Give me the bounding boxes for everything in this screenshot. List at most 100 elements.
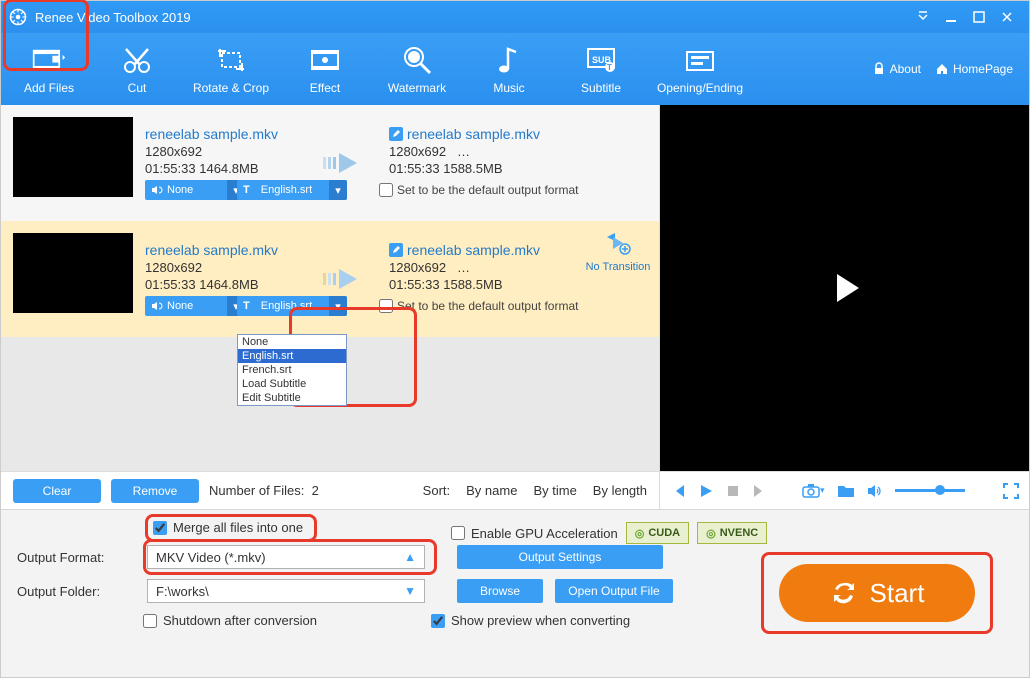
subtitle-icon: SUBT: [584, 43, 618, 77]
cut-button[interactable]: Cut: [91, 33, 183, 105]
open-output-file-button[interactable]: Open Output File: [555, 579, 673, 603]
edit-icon[interactable]: [389, 127, 403, 141]
output-folder-label: Output Folder:: [17, 584, 137, 599]
default-format-checkbox[interactable]: Set to be the default output format: [379, 183, 578, 197]
convert-arrow-icon: [321, 149, 377, 177]
effect-label: Effect: [310, 81, 340, 95]
rotate-crop-button[interactable]: Rotate & Crop: [183, 33, 279, 105]
sort-by-length[interactable]: By length: [593, 483, 647, 498]
sort-by-time[interactable]: By time: [533, 483, 576, 498]
fullscreen-button[interactable]: [1003, 483, 1019, 499]
subtitle-dropdown-open[interactable]: T English.srt ▾: [237, 296, 347, 316]
output-settings-button[interactable]: Output Settings: [457, 545, 663, 569]
audio-track-dropdown[interactable]: None ▾: [145, 180, 245, 200]
output-format-dropdown[interactable]: MKV Video (*.mkv)▲: [147, 545, 425, 569]
merge-checkbox[interactable]: Merge all files into one: [153, 520, 303, 535]
preview-player[interactable]: [660, 105, 1029, 471]
transition-icon[interactable]: [605, 233, 631, 255]
opening-ending-button[interactable]: Opening/Ending: [647, 33, 753, 105]
out-duration: 01:55:33: [389, 161, 440, 176]
rotate-crop-label: Rotate & Crop: [193, 81, 269, 95]
subtitle-option-selected[interactable]: English.srt: [238, 349, 346, 363]
subtitle-label: Subtitle: [581, 81, 621, 95]
homepage-link[interactable]: HomePage: [935, 62, 1013, 76]
browse-button[interactable]: Browse: [457, 579, 543, 603]
file-row[interactable]: reneelab sample.mkv 1280x692 01:55:33 14…: [1, 221, 659, 337]
subtitle-button[interactable]: SUBT Subtitle: [555, 33, 647, 105]
cuda-badge: CUDA: [626, 522, 689, 544]
volume-icon: [151, 301, 163, 311]
music-icon: [492, 43, 526, 77]
start-button[interactable]: Start: [779, 564, 975, 622]
out-file-name: reneelab sample.mkv: [407, 242, 540, 258]
show-preview-checkbox[interactable]: Show preview when converting: [431, 613, 630, 628]
add-files-icon: [32, 43, 66, 77]
lock-icon: [872, 62, 886, 76]
default-format-checkbox[interactable]: Set to be the default output format: [379, 299, 578, 313]
file-name: reneelab sample.mkv: [145, 242, 309, 258]
subtitle-option[interactable]: Edit Subtitle: [238, 391, 346, 405]
file-count-label: Number of Files: 2: [209, 483, 319, 498]
watermark-button[interactable]: Watermark: [371, 33, 463, 105]
add-files-label: Add Files: [24, 81, 74, 95]
nvenc-badge: NVENC: [697, 522, 767, 544]
play-button[interactable]: [698, 483, 714, 499]
convert-arrow-icon: [321, 265, 377, 293]
volume-icon: [151, 185, 163, 195]
file-resolution: 1280x692: [145, 260, 309, 275]
video-thumbnail: [13, 117, 133, 197]
audio-track-dropdown[interactable]: None ▾: [145, 296, 245, 316]
subtitle-dropdown-list[interactable]: None English.srt French.srt Load Subtitl…: [237, 334, 347, 406]
music-label: Music: [493, 81, 524, 95]
output-format-label: Output Format:: [17, 550, 137, 565]
volume-button[interactable]: [867, 484, 883, 498]
prev-button[interactable]: [670, 483, 686, 499]
file-row[interactable]: reneelab sample.mkv 1280x692 01:55:33 14…: [1, 105, 659, 221]
video-thumbnail: [13, 233, 133, 313]
app-title: Renee Video Toolbox 2019: [35, 10, 909, 25]
subtitle-dropdown[interactable]: T English.srt ▾: [237, 180, 347, 200]
effect-button[interactable]: Effect: [279, 33, 371, 105]
maximize-icon[interactable]: [965, 7, 993, 27]
open-folder-button[interactable]: [837, 484, 855, 498]
svg-text:T: T: [607, 63, 612, 72]
transition-label: No Transition: [586, 261, 651, 273]
file-name: reneelab sample.mkv: [145, 126, 309, 142]
refresh-icon: [830, 579, 858, 607]
music-button[interactable]: Music: [463, 33, 555, 105]
remove-button[interactable]: Remove: [111, 479, 199, 503]
play-overlay-icon[interactable]: [823, 266, 867, 310]
subtitle-option[interactable]: French.srt: [238, 363, 346, 377]
clear-button[interactable]: Clear: [13, 479, 101, 503]
rotate-crop-icon: [214, 43, 248, 77]
shutdown-checkbox[interactable]: Shutdown after conversion: [143, 613, 317, 628]
out-resolution: 1280x692: [389, 144, 446, 159]
opening-ending-icon: [683, 43, 717, 77]
out-file-name: reneelab sample.mkv: [407, 126, 540, 142]
stop-button[interactable]: [726, 484, 740, 498]
next-button[interactable]: [752, 483, 768, 499]
enable-gpu-checkbox[interactable]: Enable GPU Acceleration: [451, 526, 618, 541]
edit-icon[interactable]: [389, 243, 403, 257]
file-duration-size: 01:55:33 1464.8MB: [145, 161, 309, 176]
watermark-icon: [400, 43, 434, 77]
app-logo-icon: [9, 8, 27, 26]
home-icon: [935, 62, 949, 76]
out-size: 1588.5MB: [443, 161, 502, 176]
output-folder-dropdown[interactable]: F:\works\▼: [147, 579, 425, 603]
sort-label: Sort:: [423, 483, 450, 498]
subtitle-option[interactable]: None: [238, 335, 346, 349]
file-resolution: 1280x692: [145, 144, 309, 159]
subtitle-option[interactable]: Load Subtitle: [238, 377, 346, 391]
dropdown-window-icon[interactable]: [909, 7, 937, 27]
about-link[interactable]: About: [872, 62, 921, 76]
effect-icon: [308, 43, 342, 77]
snapshot-button[interactable]: ▾: [802, 483, 825, 499]
cut-icon: [120, 43, 154, 77]
minimize-icon[interactable]: [937, 7, 965, 27]
close-icon[interactable]: [993, 7, 1021, 27]
sort-by-name[interactable]: By name: [466, 483, 517, 498]
opening-ending-label: Opening/Ending: [657, 81, 743, 95]
add-files-button[interactable]: Add Files: [7, 33, 91, 105]
volume-slider[interactable]: [895, 489, 965, 492]
